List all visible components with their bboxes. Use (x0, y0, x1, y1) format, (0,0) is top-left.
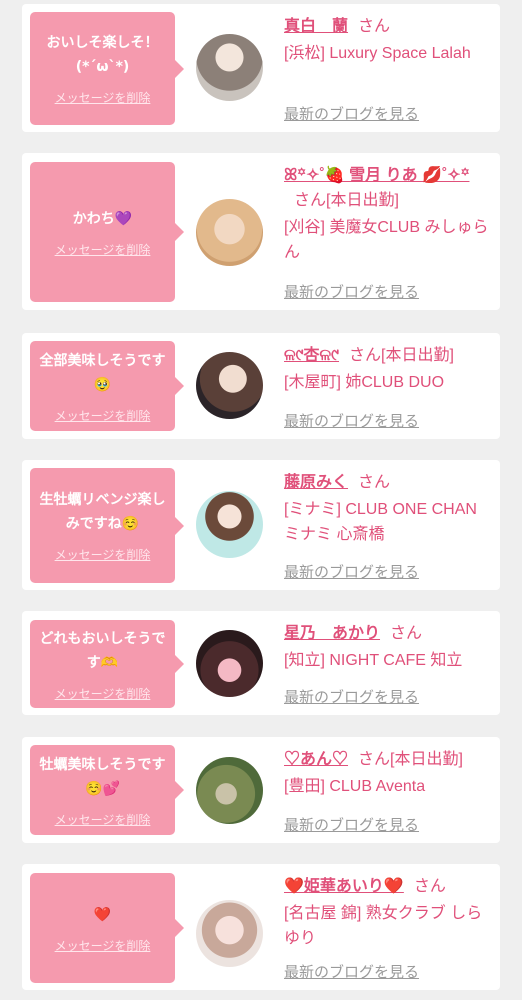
shop-name: [ミナミ] CLUB ONE CHAN ミナミ 心斎橋 (284, 501, 477, 543)
message-text: ❤️ (93, 906, 112, 923)
badge: [本日出勤] (390, 751, 463, 768)
delete-message-link[interactable]: メッセージを削除 (55, 89, 151, 106)
shop-name: [木屋町] 姉CLUB DUO (284, 374, 445, 391)
cast-info: 真白 蘭さん [浜松] Luxury Space Lalah (284, 14, 494, 66)
latest-blog-link[interactable]: 最新のブログを見る (284, 686, 419, 707)
avatar[interactable] (196, 34, 263, 101)
message-text: 全部美味しそうです🥹 (39, 352, 166, 393)
badge: [本日出勤] (381, 347, 454, 364)
delete-message-link[interactable]: メッセージを削除 (55, 937, 151, 954)
message-text: どれもおいしそうです🫶 (39, 630, 166, 671)
honorific: さん (390, 625, 423, 642)
message-bubble: ❤️ メッセージを削除 (30, 873, 184, 983)
shop-name: [浜松] Luxury Space Lalah (284, 45, 471, 62)
cast-name-link[interactable]: 藤原みく (284, 474, 348, 491)
latest-blog-link[interactable]: 最新のブログを見る (284, 814, 419, 835)
cast-info: ꕤ꙳✧˚🍓 雪月 りあ 💋˚✧꙳ さん[本日出勤] [刈谷] 美魔女CLUB みし… (284, 163, 494, 265)
delete-message-link[interactable]: メッセージを削除 (55, 685, 151, 702)
cast-info: ♡あん♡ さん[本日出勤] [豊田] CLUB Aventa (284, 747, 494, 799)
delete-message-link[interactable]: メッセージを削除 (55, 546, 151, 563)
message-card: ❤️ メッセージを削除 ❤️姫華あいり❤️ さん [名古屋 錦] 熟女クラブ しら… (22, 864, 500, 990)
avatar[interactable] (196, 900, 263, 967)
message-card: 生牡蠣リベンジ楽しみですね☺️ メッセージを削除 藤原みく さん [ミナミ] CL… (22, 460, 500, 590)
message-text: おいしそ楽しそ！ (*´ω`*) (46, 35, 159, 75)
shop-name: [刈谷] 美魔女CLUB みしゅらん (284, 219, 489, 261)
cast-name-link[interactable]: 真白 蘭 (284, 18, 348, 35)
message-text: 牡蠣美味しそうです☺️💕 (39, 756, 166, 797)
honorific: さん (413, 878, 446, 895)
cast-info: 藤原みく さん [ミナミ] CLUB ONE CHAN ミナミ 心斎橋 (284, 470, 494, 547)
message-text: かわち💜 (72, 210, 133, 227)
latest-blog-link[interactable]: 最新のブログを見る (284, 410, 419, 431)
delete-message-link[interactable]: メッセージを削除 (55, 241, 151, 258)
honorific: さん (294, 192, 327, 209)
message-card: かわち💜 メッセージを削除 ꕤ꙳✧˚🍓 雪月 りあ 💋˚✧꙳ さん[本日出勤] [… (22, 153, 500, 310)
message-text: 生牡蠣リベンジ楽しみですね☺️ (39, 492, 166, 532)
message-list: おいしそ楽しそ！ (*´ω`*) メッセージを削除 真白 蘭さん [浜松] Lu… (0, 0, 522, 1000)
message-bubble: 全部美味しそうです🥹 メッセージを削除 (30, 341, 184, 431)
avatar[interactable] (196, 352, 263, 419)
cast-info: ଳ୯杏ଳ୯ さん[本日出勤] [木屋町] 姉CLUB DUO (284, 343, 494, 395)
avatar[interactable] (196, 199, 263, 266)
message-bubble: かわち💜 メッセージを削除 (30, 162, 184, 302)
shop-name: [知立] NIGHT CAFE 知立 (284, 652, 463, 669)
cast-info: ❤️姫華あいり❤️ さん [名古屋 錦] 熟女クラブ しらゆり (284, 874, 494, 951)
message-bubble: どれもおいしそうです🫶 メッセージを削除 (30, 620, 184, 708)
cast-name-link[interactable]: ଳ୯杏ଳ୯ (284, 347, 339, 364)
shop-name: [名古屋 錦] 熟女クラブ しらゆり (284, 905, 483, 947)
honorific: さん (358, 474, 391, 491)
cast-name-link[interactable]: ♡あん♡ (284, 751, 348, 768)
message-card: どれもおいしそうです🫶 メッセージを削除 星乃 あかり さん [知立] NIGHT… (22, 611, 500, 715)
honorific: さん (358, 18, 391, 35)
latest-blog-link[interactable]: 最新のブログを見る (284, 281, 419, 302)
cast-name-link[interactable]: ꕤ꙳✧˚🍓 雪月 りあ 💋˚✧꙳ (284, 167, 469, 184)
latest-blog-link[interactable]: 最新のブログを見る (284, 103, 419, 124)
latest-blog-link[interactable]: 最新のブログを見る (284, 561, 419, 582)
badge: [本日出勤] (326, 192, 399, 209)
delete-message-link[interactable]: メッセージを削除 (55, 811, 151, 828)
avatar[interactable] (196, 630, 263, 697)
cast-name-link[interactable]: 星乃 あかり (284, 625, 380, 642)
message-bubble: 生牡蠣リベンジ楽しみですね☺️ メッセージを削除 (30, 468, 184, 583)
message-bubble: おいしそ楽しそ！ (*´ω`*) メッセージを削除 (30, 12, 184, 125)
latest-blog-link[interactable]: 最新のブログを見る (284, 961, 419, 982)
message-card: おいしそ楽しそ！ (*´ω`*) メッセージを削除 真白 蘭さん [浜松] Lu… (22, 4, 500, 132)
honorific: さん (349, 347, 382, 364)
delete-message-link[interactable]: メッセージを削除 (55, 407, 151, 424)
shop-name: [豊田] CLUB Aventa (284, 778, 426, 795)
cast-name-link[interactable]: ❤️姫華あいり❤️ (284, 878, 404, 895)
message-card: 牡蠣美味しそうです☺️💕 メッセージを削除 ♡あん♡ さん[本日出勤] [豊田] … (22, 737, 500, 843)
avatar[interactable] (196, 757, 263, 824)
message-card: 全部美味しそうです🥹 メッセージを削除 ଳ୯杏ଳ୯ さん[本日出勤] [木屋町] … (22, 333, 500, 439)
honorific: さん (358, 751, 391, 768)
avatar[interactable] (196, 491, 263, 558)
message-bubble: 牡蠣美味しそうです☺️💕 メッセージを削除 (30, 745, 184, 835)
cast-info: 星乃 あかり さん [知立] NIGHT CAFE 知立 (284, 621, 494, 673)
